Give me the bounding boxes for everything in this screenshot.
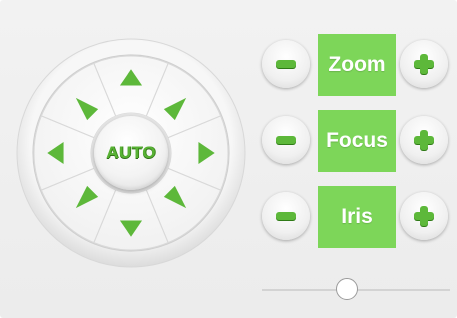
slider-thumb[interactable] — [335, 278, 358, 300]
zoom-label: Zoom — [318, 34, 396, 96]
iris-control: Iris — [262, 186, 452, 248]
iris-label: Iris — [318, 186, 396, 248]
focus-far-button[interactable] — [400, 116, 448, 164]
minus-icon — [276, 60, 296, 68]
ptz-direction-wheel: AUTO — [16, 38, 246, 268]
iris-close-button[interactable] — [262, 192, 310, 240]
plus-icon — [420, 206, 428, 226]
plus-icon — [420, 54, 428, 74]
iris-open-button[interactable] — [400, 192, 448, 240]
speed-slider[interactable] — [262, 278, 450, 300]
zoom-control: Zoom — [262, 34, 452, 96]
minus-icon — [276, 136, 296, 144]
plus-icon — [420, 130, 428, 150]
auto-button[interactable]: AUTO — [94, 116, 168, 190]
ptz-control-panel: AUTO Zoom Focus Iris — [0, 0, 457, 318]
focus-near-button[interactable] — [262, 116, 310, 164]
zoom-in-button[interactable] — [400, 40, 448, 88]
focus-control: Focus — [262, 110, 452, 172]
focus-label: Focus — [318, 110, 396, 172]
minus-icon — [276, 212, 296, 220]
zoom-out-button[interactable] — [262, 40, 310, 88]
